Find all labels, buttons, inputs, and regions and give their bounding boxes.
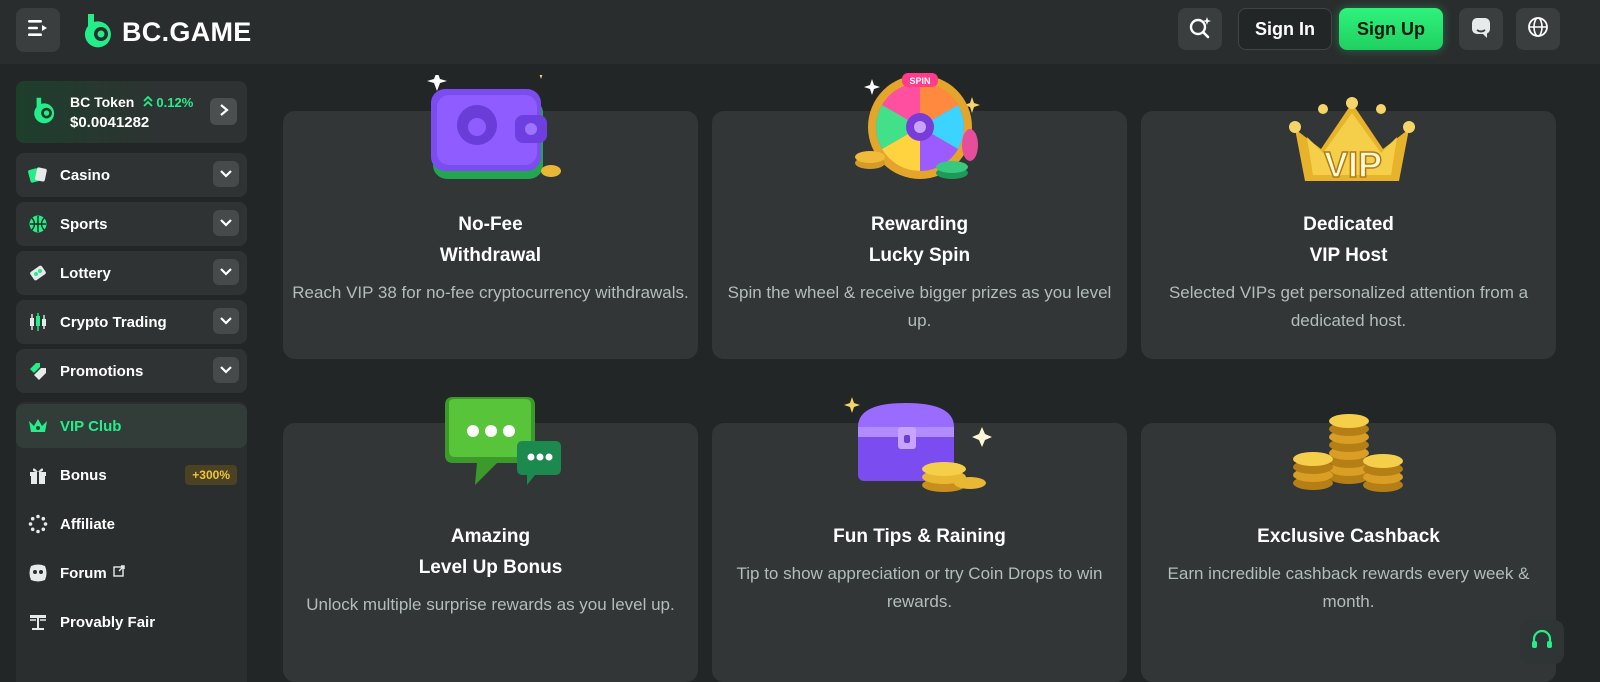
perk-card-level-up-bonus: Amazing Level Up Bonus Unlock multiple s… xyxy=(283,397,698,682)
sidebar-item-bonus[interactable]: Bonus +300% xyxy=(16,453,247,497)
perk-title-line2: Level Up Bonus xyxy=(418,557,563,578)
coin-stacks-illustration xyxy=(1291,399,1411,500)
headset-icon xyxy=(1530,628,1554,657)
chevron-right-icon xyxy=(219,103,229,121)
token-name: BC Token xyxy=(70,93,135,110)
search-button[interactable] xyxy=(1178,8,1222,50)
token-change-value: 0.12% xyxy=(156,94,194,110)
sidebar-group-label: Sports xyxy=(60,215,108,233)
logo-text: BC.GAME xyxy=(122,17,252,47)
perk-description: Spin the wheel & receive bigger prizes a… xyxy=(727,283,1112,330)
treasure-chest-illustration xyxy=(844,397,994,498)
perk-title-line1: Amazing xyxy=(450,526,531,547)
chevron-down-icon[interactable] xyxy=(213,259,239,285)
cards-icon xyxy=(28,165,48,185)
ticket-icon xyxy=(28,263,48,283)
perk-description: Reach VIP 38 for no-fee cryptocurrency w… xyxy=(292,283,689,302)
perk-description: Selected VIPs get personalized attention… xyxy=(1168,283,1529,330)
top-header: BC.GAME Sign In Sign Up xyxy=(0,0,1600,64)
perk-title-line1: No-Fee xyxy=(458,214,523,235)
chat-bubbles-illustration xyxy=(439,395,569,496)
chat-icon xyxy=(1471,16,1491,43)
perk-title-line2: Lucky Spin xyxy=(868,245,971,266)
bc-game-logo[interactable]: BC.GAME xyxy=(82,12,252,53)
sidebar-item-label: Bonus xyxy=(60,466,107,484)
tags-icon xyxy=(28,361,48,381)
sign-in-button[interactable]: Sign In xyxy=(1238,8,1332,50)
crown-icon xyxy=(28,416,48,436)
bc-token-icon xyxy=(32,96,58,129)
double-up-arrow-icon xyxy=(143,95,157,110)
perk-card-lucky-spin: SPIN Rewarding Lucky Spin Spin the wheel… xyxy=(712,73,1127,359)
menu-toggle-button[interactable] xyxy=(16,8,60,52)
perk-description: Tip to show appreciation or try Coin Dro… xyxy=(736,564,1103,611)
globe-icon xyxy=(1527,16,1549,43)
sidebar-group-sports[interactable]: Sports xyxy=(16,202,247,246)
chat-button[interactable] xyxy=(1459,8,1503,50)
sidebar-group-label: Crypto Trading xyxy=(60,313,167,331)
perk-title-line2: VIP Host xyxy=(1309,245,1388,266)
perk-card-exclusive-cashback: Exclusive Cashback Earn incredible cashb… xyxy=(1141,414,1556,682)
sidebar-group-label: Promotions xyxy=(60,362,144,380)
bc-token-card[interactable]: BC Token 0.12% $0.0041282 xyxy=(16,81,247,143)
sign-up-button[interactable]: Sign Up xyxy=(1339,8,1443,50)
candlestick-icon xyxy=(28,312,48,332)
menu-icon xyxy=(27,18,49,43)
sidebar-group-label: Lottery xyxy=(60,264,111,282)
sidebar-group-casino[interactable]: Casino xyxy=(16,153,247,197)
sidebar-group-label: Casino xyxy=(60,166,111,184)
perk-title-line1: Exclusive Cashback xyxy=(1257,526,1440,547)
chevron-down-icon[interactable] xyxy=(213,308,239,334)
affiliate-ring-icon xyxy=(28,514,48,534)
perk-title-line1: Fun Tips & Raining xyxy=(833,526,1006,547)
wallet-illustration xyxy=(423,63,563,190)
perk-title-line1: Rewarding xyxy=(870,214,969,235)
sidebar-item-provably-fair[interactable]: Provably Fair xyxy=(16,600,247,644)
perk-card-fun-tips: Fun Tips & Raining Tip to show appreciat… xyxy=(712,397,1127,682)
external-link-icon xyxy=(112,564,125,582)
chevron-down-icon[interactable] xyxy=(213,161,239,187)
perk-description: Unlock multiple surprise rewards as you … xyxy=(306,595,675,614)
sidebar-group-promotions[interactable]: Promotions xyxy=(16,349,247,393)
chevron-down-icon[interactable] xyxy=(213,210,239,236)
sidebar-item-vip-club[interactable]: VIP Club xyxy=(16,404,247,448)
perk-card-vip-host: VIP Dedicated VIP Host Selected VIPs get… xyxy=(1141,97,1556,359)
vip-badge-text: VIP xyxy=(1324,144,1382,185)
vip-crown-illustration: VIP xyxy=(1287,97,1417,194)
sidebar: BC Token 0.12% $0.0041282 Casino Sports … xyxy=(0,64,264,682)
sidebar-item-label: Forum xyxy=(60,564,107,582)
bc-logo-icon xyxy=(82,12,116,53)
live-support-button[interactable] xyxy=(1520,620,1564,664)
sidebar-item-label: Provably Fair xyxy=(60,613,156,631)
language-button[interactable] xyxy=(1516,8,1560,50)
sidebar-group-lottery[interactable]: Lottery xyxy=(16,251,247,295)
perk-card-no-fee-withdrawal: No-Fee Withdrawal Reach VIP 38 for no-fe… xyxy=(283,63,698,359)
chevron-down-icon[interactable] xyxy=(213,357,239,383)
perk-description: Earn incredible cashback rewards every w… xyxy=(1167,564,1530,611)
sidebar-group-crypto-trading[interactable]: Crypto Trading xyxy=(16,300,247,344)
sidebar-item-affiliate[interactable]: Affiliate xyxy=(16,502,247,546)
search-sparkle-icon xyxy=(1188,15,1212,44)
forum-icon xyxy=(28,563,48,583)
gift-icon xyxy=(28,465,48,485)
sidebar-links-panel: VIP Club Bonus +300% Affiliate Forum Pro… xyxy=(16,402,247,682)
sidebar-item-forum[interactable]: Forum xyxy=(16,551,247,595)
bonus-badge: +300% xyxy=(185,465,237,485)
token-price: $0.0041282 xyxy=(70,113,150,131)
balance-icon xyxy=(28,612,48,632)
spin-badge-text: SPIN xyxy=(909,76,930,86)
sidebar-item-label: VIP Club xyxy=(60,417,122,435)
sidebar-item-label: Affiliate xyxy=(60,515,116,533)
token-change: 0.12% xyxy=(143,94,194,110)
spin-wheel-illustration: SPIN xyxy=(852,73,992,196)
basketball-icon xyxy=(28,214,48,234)
token-details-button[interactable] xyxy=(210,98,237,125)
perk-title-line1: Dedicated xyxy=(1303,214,1394,235)
perk-title-line2: Withdrawal xyxy=(439,245,542,266)
